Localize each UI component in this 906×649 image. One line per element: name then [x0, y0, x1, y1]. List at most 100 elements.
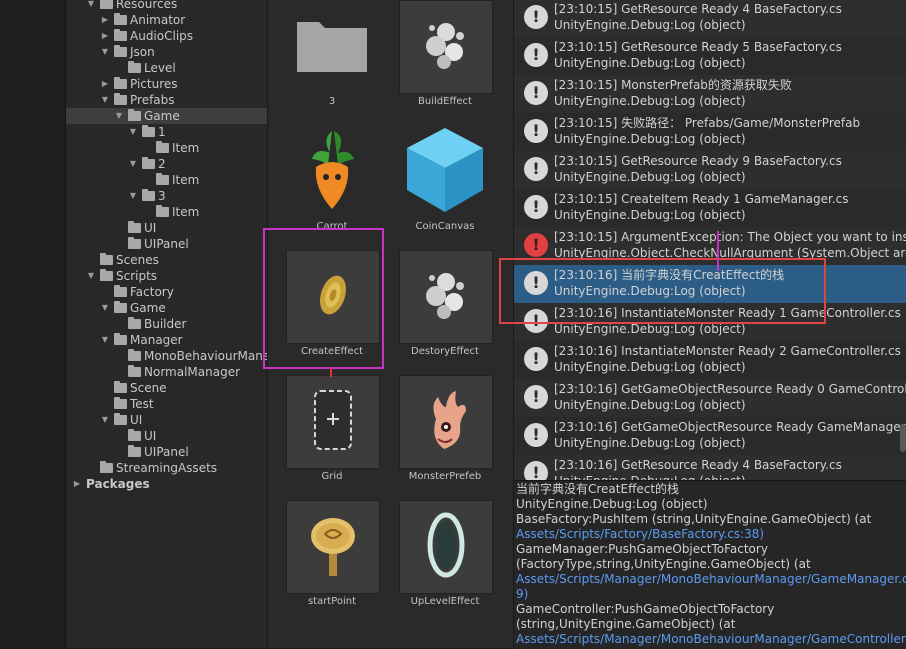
tree-item-label: MonoBehaviourManager: [144, 349, 267, 363]
tree-item[interactable]: ▼ Game: [66, 300, 267, 316]
asset-thumbnail[interactable]: [286, 0, 378, 92]
log-source: UnityEngine.Debug:Log (object): [554, 398, 746, 412]
asset-thumbnail[interactable]: [399, 500, 493, 594]
info-icon: !: [524, 195, 548, 219]
tree-item[interactable]: Test: [66, 396, 267, 412]
console-log-entry[interactable]: ! [23:10:16] GetGameObjectResource Ready …: [514, 379, 906, 418]
tree-item[interactable]: ▼ Scripts: [66, 268, 267, 284]
tree-item[interactable]: StreamingAssets: [66, 460, 267, 476]
console-log-entry[interactable]: ! [23:10:16] GetResource Ready 4 BaseFact…: [514, 455, 906, 480]
chevron-down-icon[interactable]: ▼: [100, 92, 110, 108]
chevron-down-icon[interactable]: ▼: [128, 124, 138, 140]
asset-item[interactable]: BuildEffect: [381, 0, 493, 116]
chevron-right-icon[interactable]: ▶: [100, 12, 110, 28]
tree-item[interactable]: ▼ Resources: [66, 0, 267, 12]
tree-item[interactable]: UI: [66, 428, 267, 444]
tree-item[interactable]: Scene: [66, 380, 267, 396]
chevron-down-icon[interactable]: ▼: [100, 332, 110, 348]
console-log-entry[interactable]: ! [23:10:16] InstantiateMonster Ready 2 G…: [514, 341, 906, 380]
tree-item[interactable]: UIPanel: [66, 236, 267, 252]
folder-icon: [114, 93, 127, 105]
console-log-list[interactable]: ! [23:10:15] GetResource Ready 4 BaseFact…: [514, 0, 906, 480]
stack-trace-link[interactable]: Assets/Scripts/Manager/MonoBehaviourMana…: [516, 632, 906, 647]
tree-item[interactable]: ▶ AudioClips: [66, 28, 267, 44]
asset-label: MonsterPrefeb: [408, 471, 482, 482]
stack-trace-link[interactable]: Assets/Scripts/Manager/MonoBehaviourMana…: [516, 572, 906, 587]
tree-item-label: 2: [158, 157, 166, 171]
tree-item-label: UI: [130, 413, 143, 427]
tree-item[interactable]: UI: [66, 220, 267, 236]
chevron-down-icon[interactable]: ▼: [86, 268, 96, 284]
stack-trace-link[interactable]: 9): [516, 587, 528, 602]
asset-thumbnail[interactable]: [399, 250, 493, 344]
console-log-entry[interactable]: ! [23:10:15] GetResource Ready 5 BaseFact…: [514, 37, 906, 76]
chevron-down-icon[interactable]: ▼: [128, 188, 138, 204]
tree-item[interactable]: Item: [66, 140, 267, 156]
console-log-entry[interactable]: ! [23:10:15] 失败路径： Prefabs/Game/MonsterPr…: [514, 113, 906, 152]
asset-thumbnail[interactable]: [399, 375, 493, 469]
chevron-down-icon[interactable]: ▼: [100, 412, 110, 428]
asset-item[interactable]: 3: [268, 0, 378, 116]
tree-item[interactable]: Factory: [66, 284, 267, 300]
console-log-entry[interactable]: ! [23:10:16] GetGameObjectResource Ready …: [514, 417, 906, 456]
tree-item[interactable]: NormalManager: [66, 364, 267, 380]
console-log-entry[interactable]: ! [23:10:15] MonsterPrefab的资源获取失败 UnityEng…: [514, 75, 906, 114]
folder-icon: [128, 109, 141, 121]
asset-item[interactable]: CoinCanvas: [381, 121, 491, 241]
tree-item[interactable]: ▶ Packages: [66, 476, 267, 492]
asset-thumbnail[interactable]: [399, 0, 493, 94]
tree-item[interactable]: Item: [66, 172, 267, 188]
tree-item[interactable]: ▶ Pictures: [66, 76, 267, 92]
tree-item[interactable]: UIPanel: [66, 444, 267, 460]
stack-trace-line: (FactoryType,string,UnityEngine.GameObje…: [516, 557, 811, 571]
tree-item[interactable]: ▼ Prefabs: [66, 92, 267, 108]
tree-item[interactable]: ▼ Json: [66, 44, 267, 60]
stack-trace-link[interactable]: Assets/Scripts/Factory/BaseFactory.cs:38…: [516, 527, 764, 542]
asset-thumbnail[interactable]: [286, 500, 380, 594]
asset-item[interactable]: MonsterPrefeb: [381, 371, 493, 491]
chevron-right-icon[interactable]: ▶: [100, 28, 110, 44]
asset-thumbnail[interactable]: [286, 375, 380, 469]
chevron-down-icon[interactable]: ▼: [128, 156, 138, 172]
chevron-down-icon[interactable]: ▼: [100, 44, 110, 60]
info-icon: !: [524, 461, 548, 480]
chevron-down-icon[interactable]: ▼: [114, 108, 124, 124]
chevron-right-icon[interactable]: ▶: [100, 76, 110, 92]
tree-item[interactable]: Builder: [66, 316, 267, 332]
log-source: UnityEngine.Debug:Log (object): [554, 56, 746, 70]
tree-item-label: Builder: [144, 317, 187, 331]
chevron-right-icon[interactable]: ▶: [72, 476, 82, 492]
tree-item-label: Item: [172, 173, 200, 187]
tree-item[interactable]: Level: [66, 60, 267, 76]
console-log-entry[interactable]: ! [23:10:15] GetResource Ready 9 BaseFact…: [514, 151, 906, 190]
tree-item[interactable]: ▼ Manager: [66, 332, 267, 348]
asset-item[interactable]: DestoryEffect: [381, 246, 493, 366]
tree-item[interactable]: Scenes: [66, 252, 267, 268]
asset-item[interactable]: startPoint: [268, 496, 380, 616]
asset-item[interactable]: UpLevelEffect: [381, 496, 493, 616]
tree-item-label: Resources: [116, 0, 178, 11]
chevron-down-icon[interactable]: ▼: [100, 300, 110, 316]
smoke-effect-icon: [416, 10, 476, 84]
console-log-entry[interactable]: ! [23:10:15] GetResource Ready 4 BaseFact…: [514, 0, 906, 38]
tree-item[interactable]: ▼ 1: [66, 124, 267, 140]
tree-item-label: Level: [144, 61, 176, 75]
tree-item[interactable]: ▼ 3: [66, 188, 267, 204]
annotation-highlight-box: [263, 228, 384, 369]
project-tree[interactable]: ▼ Resources ▶ Animator ▶ AudioClips ▼ Json Level…: [66, 0, 268, 648]
folder-icon: [114, 13, 127, 25]
asset-thumbnail[interactable]: [286, 125, 378, 217]
tree-item[interactable]: ▼ 2: [66, 156, 267, 172]
console-log-entry[interactable]: ! [23:10:15] CreateItem Ready 1 GameManag…: [514, 189, 906, 228]
asset-item[interactable]: Grid: [268, 371, 380, 491]
tree-item[interactable]: ▼ Game: [66, 108, 267, 124]
asset-thumbnail[interactable]: [399, 125, 491, 217]
chevron-down-icon[interactable]: ▼: [86, 0, 96, 12]
tree-item[interactable]: Item: [66, 204, 267, 220]
log-message: [23:10:16] InstantiateMonster Ready 2 Ga…: [554, 344, 901, 358]
tree-item[interactable]: MonoBehaviourManager: [66, 348, 267, 364]
console-scrollbar[interactable]: [900, 424, 906, 452]
tree-item[interactable]: ▶ Animator: [66, 12, 267, 28]
tree-item[interactable]: ▼ UI: [66, 412, 267, 428]
asset-item[interactable]: Carrot: [268, 121, 378, 241]
